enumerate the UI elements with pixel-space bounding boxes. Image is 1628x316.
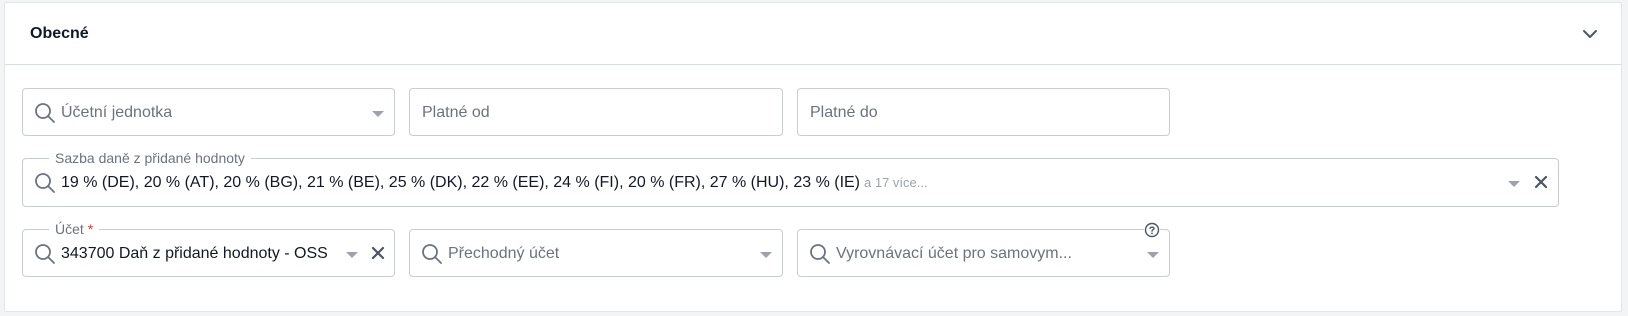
account-label: Účet * [49,220,100,238]
vat-rate-values: 19 % (DE), 20 % (AT), 20 % (BG), 21 % (B… [61,174,861,191]
close-icon[interactable] [1534,175,1548,189]
valid-from-placeholder: Platné od [422,104,490,121]
accounting-unit-select[interactable]: Účetní jednotka [22,88,395,136]
search-icon [35,103,55,123]
settlement-account-select[interactable]: Vyrovnávací účet pro samovym... [797,222,1170,277]
settlement-account-placeholder: Vyrovnávací účet pro samovym... [836,245,1072,262]
section-title: Obecné [30,25,89,42]
vat-rate-value-wrap: 19 % (DE), 20 % (AT), 20 % (BG), 21 % (B… [61,173,1481,193]
chevron-down-icon[interactable] [1581,25,1599,43]
vat-rate-label: Sazba daně z přidané hodnoty [49,149,251,167]
help-circle-icon[interactable] [1144,222,1160,238]
account-label-text: Účet [55,221,84,237]
account-value: 343700 Daň z přidané hodnoty - OSS [61,245,328,262]
valid-from-field[interactable]: Platné od [409,88,783,136]
account-select[interactable]: Účet * 343700 Daň z přidané hodnoty - OS… [22,220,395,277]
accounting-unit-placeholder: Účetní jednotka [61,104,173,121]
close-icon[interactable] [371,246,385,260]
search-icon [35,173,55,193]
valid-to-field[interactable]: Platné do [797,88,1170,136]
valid-to-placeholder: Platné do [810,104,878,121]
caret-down-icon[interactable] [1508,181,1520,187]
section-header[interactable]: Obecné [5,3,1621,65]
transit-account-select[interactable]: Přechodný účet [409,229,783,277]
general-section: Obecné Účetní jednotka Platné od Platné … [4,2,1622,312]
search-icon [422,244,442,264]
required-mark: * [87,221,94,237]
transit-account-placeholder: Přechodný účet [448,245,560,262]
vat-rate-multiselect[interactable]: Sazba daně z přidané hodnoty 19 % (DE), … [22,149,1559,207]
caret-down-icon[interactable] [372,111,384,117]
caret-down-icon[interactable] [346,252,358,258]
search-icon [35,244,55,264]
caret-down-icon[interactable] [1147,252,1159,258]
caret-down-icon[interactable] [760,252,772,258]
search-icon [810,244,830,264]
vat-rate-more-count[interactable]: a 17 více... [864,175,928,190]
